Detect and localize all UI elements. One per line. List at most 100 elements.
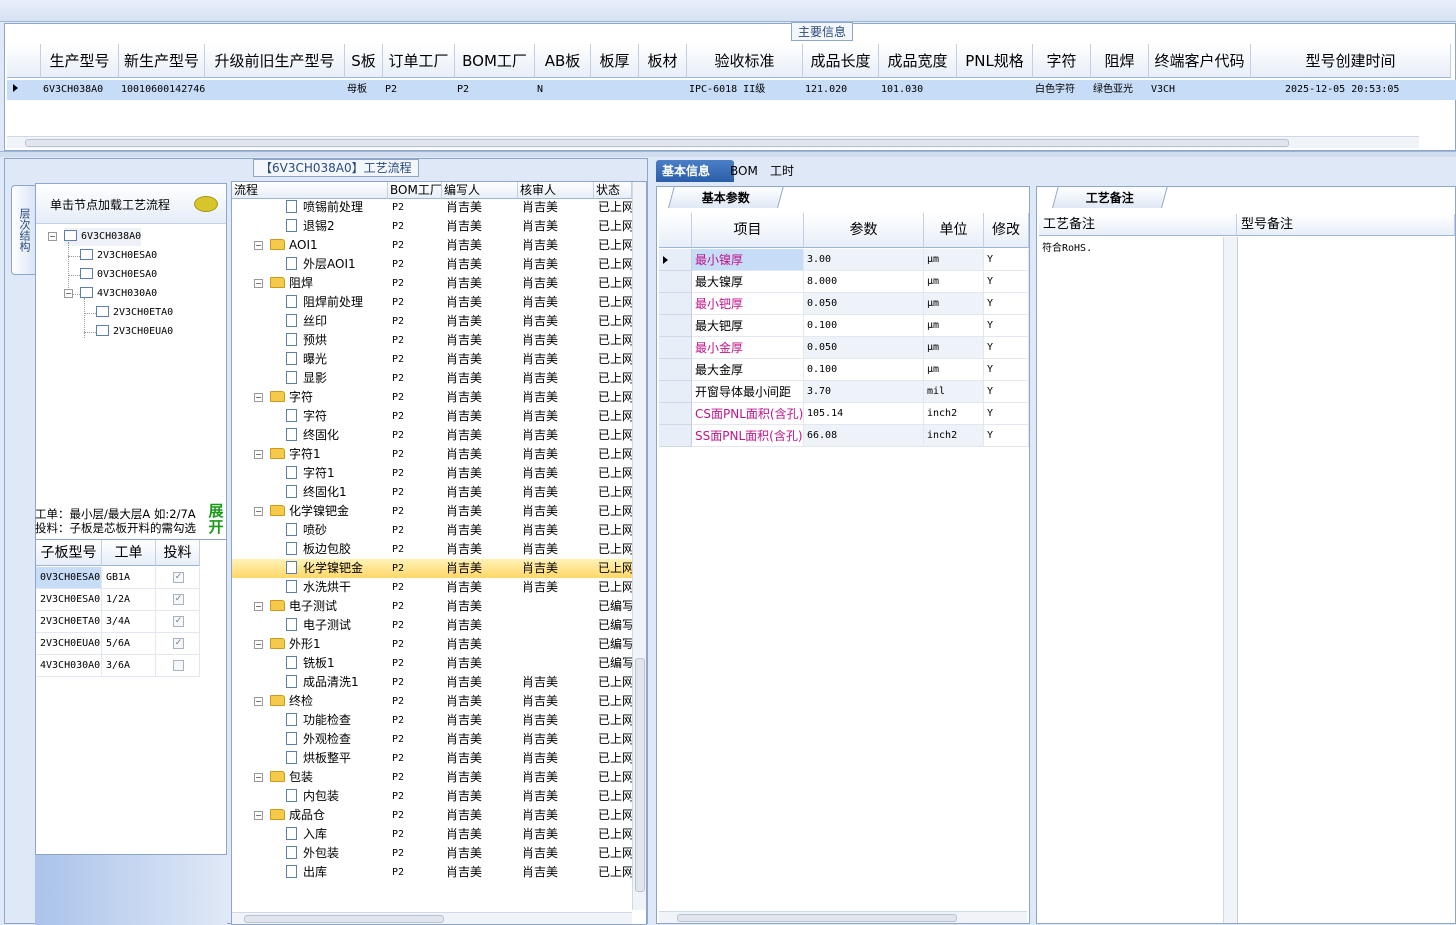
main-cell[interactable]: [205, 80, 345, 100]
flow-name-cell[interactable]: 烘板整平: [232, 749, 388, 768]
param-row-header[interactable]: [659, 359, 692, 381]
main-cell[interactable]: N: [535, 80, 591, 100]
params-hscrollbar[interactable]: [659, 911, 1027, 923]
main-cell[interactable]: 母板: [345, 80, 383, 100]
tab-hierarchy[interactable]: 层次结构: [11, 185, 35, 275]
flow-name-cell[interactable]: 水洗烘干: [232, 578, 388, 597]
flow-row[interactable]: 出库 P2 肖吉美 肖吉美 已上网: [232, 863, 632, 882]
main-cell[interactable]: 6V3CH038A0: [41, 80, 119, 100]
collapse-toggle[interactable]: −: [254, 697, 263, 706]
collapse-toggle[interactable]: −: [254, 640, 263, 649]
sub-col-header[interactable]: 子板型号: [36, 540, 102, 566]
flow-col-header[interactable]: 编写人: [442, 182, 518, 199]
collapse-toggle[interactable]: −: [254, 279, 263, 288]
flow-row[interactable]: AOI1 − P2 肖吉美 肖吉美 已上网: [232, 236, 632, 255]
flow-name-cell[interactable]: 功能检查: [232, 711, 388, 730]
flow-row[interactable]: 终固化1 P2 肖吉美 肖吉美 已上网: [232, 483, 632, 502]
collapse-toggle[interactable]: −: [64, 289, 73, 298]
flow-row[interactable]: 阻焊 − P2 肖吉美 肖吉美 已上网: [232, 274, 632, 293]
main-col-header[interactable]: 板厚: [591, 44, 639, 78]
flow-name-cell[interactable]: 出库: [232, 863, 388, 882]
feed-checkbox[interactable]: ✓: [173, 594, 184, 605]
feed-checkbox[interactable]: ✓: [173, 616, 184, 627]
sub-board-order[interactable]: 3/4A: [102, 611, 156, 633]
flow-row[interactable]: 化学镍钯金 − P2 肖吉美 肖吉美 已上网: [232, 502, 632, 521]
collapse-toggle[interactable]: −: [48, 232, 57, 241]
main-cell[interactable]: P2: [455, 80, 535, 100]
param-row-header[interactable]: [659, 403, 692, 425]
main-col-header[interactable]: 型号创建时间: [1251, 44, 1451, 78]
tree-node[interactable]: 0V3CH0ESA0: [80, 266, 157, 284]
param-col-header[interactable]: 单位: [924, 213, 984, 248]
horizontal-splitter[interactable]: [0, 151, 1456, 157]
flow-row[interactable]: 包装 − P2 肖吉美 肖吉美 已上网: [232, 768, 632, 787]
main-cell[interactable]: IPC-6018 II级: [687, 80, 803, 100]
flow-row[interactable]: 预烘 P2 肖吉美 肖吉美 已上网: [232, 331, 632, 350]
flow-row[interactable]: 外观检查 P2 肖吉美 肖吉美 已上网: [232, 730, 632, 749]
sub-col-header[interactable]: 投料: [156, 540, 200, 566]
sub-col-header[interactable]: 工单: [102, 540, 156, 566]
tree-node[interactable]: 2V3CH0ETA0: [96, 304, 173, 322]
flow-row[interactable]: 外层AOI1 P2 肖吉美 肖吉美 已上网: [232, 255, 632, 274]
main-cell[interactable]: 白色字符: [1033, 80, 1091, 100]
param-row-header[interactable]: [659, 337, 692, 359]
main-cell[interactable]: [591, 80, 639, 100]
flow-row[interactable]: 板边包胶 P2 肖吉美 肖吉美 已上网: [232, 540, 632, 559]
main-col-header[interactable]: S板: [345, 44, 383, 78]
flow-name-cell[interactable]: 字符1: [232, 464, 388, 483]
flow-name-cell[interactable]: 板边包胶: [232, 540, 388, 559]
main-cell[interactable]: 绿色亚光: [1091, 80, 1149, 100]
sub-board-order[interactable]: GB1A: [102, 567, 156, 589]
flow-name-cell[interactable]: 内包装: [232, 787, 388, 806]
collapse-toggle[interactable]: −: [254, 773, 263, 782]
sub-board-model[interactable]: 4V3CH030A0: [36, 655, 102, 677]
flow-name-cell[interactable]: 外观检查: [232, 730, 388, 749]
flow-row[interactable]: 喷锡前处理 P2 肖吉美 肖吉美 已上网: [232, 198, 632, 217]
flow-col-header[interactable]: BOM工厂: [388, 182, 442, 199]
main-col-header[interactable]: 字符: [1033, 44, 1091, 78]
flow-name-cell[interactable]: 显影: [232, 369, 388, 388]
flow-name-cell[interactable]: 成品清洗1: [232, 673, 388, 692]
collapse-toggle[interactable]: −: [254, 241, 263, 250]
flow-name-cell[interactable]: 终固化: [232, 426, 388, 445]
flow-name-cell[interactable]: 丝印: [232, 312, 388, 331]
main-col-header[interactable]: 新生产型号: [119, 44, 205, 78]
main-cell[interactable]: [957, 80, 1033, 100]
params-hscroll-thumb[interactable]: [677, 914, 957, 922]
tree-node[interactable]: 4V3CH030A0: [80, 285, 157, 303]
basic-params-tab[interactable]: 基本参数: [668, 186, 784, 208]
flow-name-cell[interactable]: 字符: [232, 407, 388, 426]
collapse-toggle[interactable]: −: [254, 450, 263, 459]
main-cell[interactable]: 2025-12-05 20:53:05: [1251, 80, 1451, 100]
flow-col-header[interactable]: 核审人: [518, 182, 594, 199]
param-value[interactable]: 3.70: [804, 381, 924, 403]
param-value[interactable]: 66.08: [804, 425, 924, 447]
flow-name-cell[interactable]: 化学镍钯金: [232, 559, 388, 578]
flow-row[interactable]: 曝光 P2 肖吉美 肖吉美 已上网: [232, 350, 632, 369]
flow-row[interactable]: 字符1 − P2 肖吉美 肖吉美 已上网: [232, 445, 632, 464]
flow-row[interactable]: 字符1 P2 肖吉美 肖吉美 已上网: [232, 464, 632, 483]
sub-board-order[interactable]: 5/6A: [102, 633, 156, 655]
flow-row[interactable]: 外形1 − P2 肖吉美 已编写: [232, 635, 632, 654]
flow-row[interactable]: 成品清洗1 P2 肖吉美 肖吉美 已上网: [232, 673, 632, 692]
flow-row[interactable]: 字符 − P2 肖吉美 肖吉美 已上网: [232, 388, 632, 407]
param-value[interactable]: 0.050: [804, 337, 924, 359]
main-col-header[interactable]: 阻焊: [1091, 44, 1149, 78]
flow-row[interactable]: 丝印 P2 肖吉美 肖吉美 已上网: [232, 312, 632, 331]
flow-row[interactable]: 退锡2 P2 肖吉美 肖吉美 已上网: [232, 217, 632, 236]
param-row-header[interactable]: [659, 381, 692, 403]
main-hscrollbar[interactable]: [7, 136, 1419, 148]
flow-row[interactable]: 功能检查 P2 肖吉美 肖吉美 已上网: [232, 711, 632, 730]
collapse-toggle[interactable]: −: [254, 602, 263, 611]
sub-board-model[interactable]: 2V3CH0ETA0: [36, 611, 102, 633]
main-cell[interactable]: 101.030: [879, 80, 957, 100]
param-value[interactable]: 0.100: [804, 359, 924, 381]
flow-row[interactable]: 成品仓 − P2 肖吉美 肖吉美 已上网: [232, 806, 632, 825]
flow-vscrollbar[interactable]: [632, 182, 646, 910]
main-cell[interactable]: P2: [383, 80, 455, 100]
expand-button[interactable]: 展开: [206, 503, 226, 537]
param-value[interactable]: 105.14: [804, 403, 924, 425]
main-cell[interactable]: 10010600142746: [119, 80, 205, 100]
flow-row[interactable]: 电子测试 P2 肖吉美 已编写: [232, 616, 632, 635]
param-row-header[interactable]: [659, 315, 692, 337]
